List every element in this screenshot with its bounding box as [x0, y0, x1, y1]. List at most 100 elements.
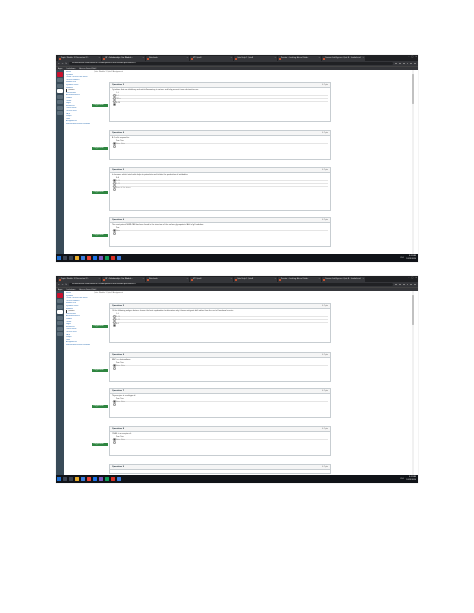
- maximize-icon[interactable]: □: [411, 277, 413, 279]
- reload-icon[interactable]: ↻: [65, 63, 67, 65]
- flag-question-button[interactable]: Flag question: [92, 443, 108, 446]
- calendar-icon[interactable]: [57, 315, 63, 320]
- answer-option[interactable]: IL-4: [110, 178, 330, 183]
- word-icon[interactable]: [116, 256, 121, 260]
- close-icon[interactable]: ×: [415, 56, 417, 58]
- maximize-icon[interactable]: □: [411, 56, 413, 58]
- inbox-icon[interactable]: [57, 100, 63, 104]
- taskbar-clock[interactable]: 8:22 AM 10/19/2020: [406, 476, 416, 481]
- minimize-icon[interactable]: –: [408, 56, 409, 58]
- windows-start-icon[interactable]: [57, 477, 61, 481]
- answer-option[interactable]: IL-10: [110, 317, 330, 322]
- back-icon[interactable]: ←: [58, 63, 60, 65]
- url-input[interactable]: fiu.instructure.com/courses/759960/quizz…: [69, 282, 394, 287]
- answer-option[interactable]: False, False: [110, 366, 330, 371]
- answer-option[interactable]: IL-10: [110, 181, 330, 186]
- history-icon[interactable]: [57, 326, 63, 331]
- extension-icon[interactable]: [402, 283, 405, 286]
- courses-icon[interactable]: [57, 310, 63, 314]
- file-explorer-icon[interactable]: [74, 477, 79, 481]
- answer-option[interactable]: True, True: [110, 141, 330, 146]
- flag-question-button[interactable]: Flag question: [92, 369, 108, 372]
- answer-option[interactable]: IL-10: [110, 102, 330, 107]
- flag-question-button[interactable]: Flag question: [92, 147, 108, 150]
- dashboard-icon[interactable]: [57, 304, 63, 309]
- office-icon[interactable]: [110, 477, 115, 481]
- answer-option[interactable]: False, False: [110, 440, 330, 445]
- minimize-icon[interactable]: –: [408, 277, 409, 279]
- extension-icon[interactable]: [406, 62, 409, 65]
- answer-option[interactable]: True: [110, 228, 330, 233]
- account-icon[interactable]: [57, 78, 63, 82]
- system-tray-icons[interactable]: ENG: [400, 478, 404, 480]
- edge-icon[interactable]: [80, 477, 85, 481]
- scrollbar[interactable]: [412, 291, 414, 475]
- mail-icon[interactable]: [92, 256, 97, 260]
- answer-option[interactable]: True, True: [110, 437, 330, 442]
- search-icon[interactable]: [62, 477, 67, 481]
- calendar-icon[interactable]: [57, 94, 63, 99]
- answer-option[interactable]: False, False: [110, 402, 330, 407]
- answer-option[interactable]: True, True: [110, 363, 330, 368]
- extension-icon[interactable]: [399, 62, 401, 65]
- forward-icon[interactable]: →: [62, 63, 64, 65]
- answer-option[interactable]: False, False: [110, 144, 330, 149]
- search-icon[interactable]: [62, 256, 67, 260]
- extension-icon[interactable]: [414, 62, 416, 65]
- answer-option[interactable]: IL-6: [110, 93, 330, 98]
- mail-icon[interactable]: [92, 477, 97, 481]
- flag-question-button[interactable]: Flag question: [92, 191, 108, 194]
- edge-icon[interactable]: [80, 256, 85, 260]
- university-logo-icon[interactable]: [57, 292, 63, 298]
- flag-question-button[interactable]: Flag question: [92, 325, 108, 328]
- answer-option[interactable]: TNF-a: [110, 99, 330, 104]
- extension-icon[interactable]: [414, 283, 416, 286]
- url-input[interactable]: fiu.instructure.com/courses/759960/quizz…: [69, 61, 394, 66]
- teams-icon[interactable]: [104, 256, 109, 260]
- answer-option[interactable]: True, True: [110, 399, 330, 404]
- forward-icon[interactable]: →: [62, 284, 64, 286]
- account-icon[interactable]: [57, 299, 63, 303]
- extension-icon[interactable]: [410, 62, 413, 65]
- word-icon[interactable]: [116, 477, 121, 481]
- chrome-icon[interactable]: [86, 256, 91, 260]
- dashboard-icon[interactable]: [57, 83, 63, 88]
- file-explorer-icon[interactable]: [74, 256, 79, 260]
- extension-icon[interactable]: [395, 283, 398, 286]
- answer-option[interactable]: IL-1: [110, 323, 330, 328]
- course-nav-item[interactable]: Submit Assessment Feedback: [66, 344, 90, 347]
- help-icon[interactable]: [57, 332, 63, 336]
- courses-icon[interactable]: [57, 89, 63, 93]
- taskbar-clock[interactable]: 8:22 AM 10/19/2020: [406, 255, 416, 260]
- scrollbar-thumb[interactable]: [412, 295, 414, 325]
- extension-icon[interactable]: [402, 62, 405, 65]
- university-logo-icon[interactable]: [57, 71, 63, 77]
- answer-option[interactable]: IL-1: [110, 96, 330, 101]
- task-view-icon[interactable]: [68, 477, 73, 481]
- flag-question-button[interactable]: Flag question: [92, 405, 108, 408]
- chrome-icon[interactable]: [86, 477, 91, 481]
- system-tray-icons[interactable]: ENG: [400, 257, 404, 259]
- store-icon[interactable]: [98, 477, 103, 481]
- scrollbar[interactable]: [412, 70, 414, 254]
- close-icon[interactable]: ×: [415, 277, 417, 279]
- scrollbar-thumb[interactable]: [412, 74, 414, 104]
- extension-icon[interactable]: [410, 283, 413, 286]
- extension-icon[interactable]: [395, 62, 398, 65]
- flag-question-button[interactable]: Flag question: [92, 234, 108, 237]
- teams-icon[interactable]: [104, 477, 109, 481]
- task-view-icon[interactable]: [68, 256, 73, 260]
- answer-option[interactable]: IL-4: [110, 314, 330, 319]
- help-icon[interactable]: [57, 111, 63, 115]
- flag-question-button[interactable]: Flag question: [92, 104, 108, 107]
- history-icon[interactable]: [57, 105, 63, 110]
- answer-option[interactable]: None of the above: [110, 187, 330, 192]
- answer-option[interactable]: IL-12: [110, 320, 330, 325]
- back-icon[interactable]: ←: [58, 284, 60, 286]
- store-icon[interactable]: [98, 256, 103, 260]
- extension-icon[interactable]: [406, 283, 409, 286]
- reload-icon[interactable]: ↻: [65, 284, 67, 286]
- answer-option[interactable]: False: [110, 231, 330, 236]
- inbox-icon[interactable]: [57, 321, 63, 325]
- office-icon[interactable]: [110, 256, 115, 260]
